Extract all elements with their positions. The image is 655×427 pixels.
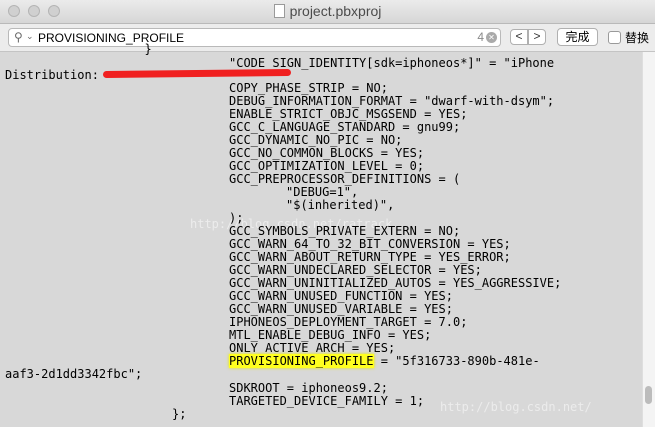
code-line-match: PROVISIONING_PROFILE = "5f316733-890b-48… [229, 354, 540, 368]
code-line: TARGETED_DEVICE_FAMILY = 1; [229, 394, 425, 408]
document-icon [273, 4, 285, 18]
next-match-button[interactable]: > [528, 29, 546, 45]
find-query: PROVISIONING_PROFILE [38, 31, 185, 45]
watermark-text: http://blog.csdn.net/ [440, 400, 592, 414]
title-bar: project.pbxproj [0, 0, 655, 24]
done-button[interactable]: 完成 [557, 28, 598, 46]
code-line: } [130, 42, 152, 56]
code-line: "$(inherited)", [286, 198, 395, 212]
search-icon[interactable]: ⚲ [14, 30, 23, 44]
vertical-scrollbar[interactable] [642, 52, 655, 427]
replace-checkbox[interactable] [608, 31, 621, 44]
code-line-remainder: = "5f316733-890b-481e- [373, 354, 540, 368]
code-line: "CODE_SIGN_IDENTITY[sdk=iphoneos*]" = "i… [229, 56, 555, 70]
previous-match-button[interactable]: < [510, 29, 528, 45]
window-title-container: project.pbxproj [0, 3, 655, 19]
clear-icon[interactable]: ✕ [486, 32, 497, 43]
code-line: aaf3-2d1dd3342fbc"; [5, 367, 143, 381]
match-count: 4 [477, 30, 484, 44]
find-bar: ⚲ ⌄ PROVISIONING_PROFILE 4 ✕ < > 完成 替换 [0, 24, 655, 52]
search-match-highlight: PROVISIONING_PROFILE [229, 354, 374, 368]
replace-label: 替换 [625, 31, 650, 45]
code-line: Distribution: [5, 68, 107, 82]
window-title: project.pbxproj [289, 3, 382, 19]
code-line: }; [172, 407, 187, 421]
scrollbar-thumb[interactable] [645, 386, 652, 404]
find-input[interactable]: ⚲ ⌄ PROVISIONING_PROFILE 4 ✕ [8, 28, 501, 47]
chevron-down-icon[interactable]: ⌄ [26, 31, 34, 42]
